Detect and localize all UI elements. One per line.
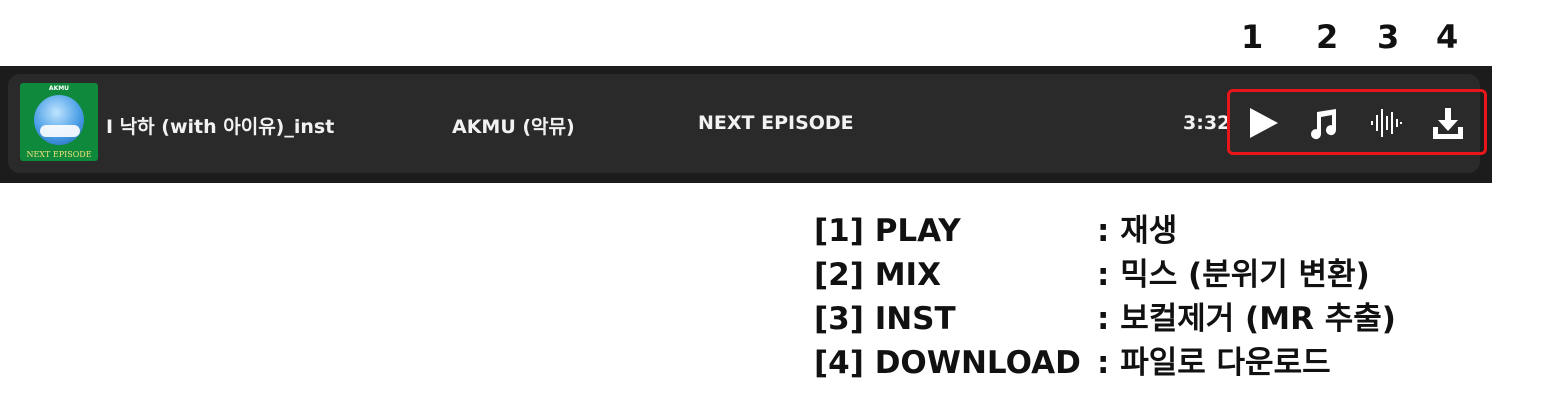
play-button[interactable]	[1243, 103, 1283, 143]
callout-number-1: 1	[1241, 18, 1264, 56]
legend-desc: : 파일로 다운로드	[1097, 345, 1331, 381]
cover-title: NEXT EPISODE	[26, 150, 92, 159]
callout-numbers: 1 2 3 4	[0, 18, 1541, 58]
inst-button[interactable]	[1366, 103, 1406, 143]
music-note-icon	[1311, 109, 1337, 140]
callout-number-2: 2	[1316, 18, 1339, 56]
download-button[interactable]	[1428, 103, 1468, 143]
track-album[interactable]: NEXT EPISODE	[698, 112, 854, 134]
callout-number-4: 4	[1436, 18, 1459, 56]
waveform-icon	[1371, 109, 1402, 137]
legend-key: [3] INST	[814, 301, 956, 337]
legend-desc: : 믹스 (분위기 변환)	[1097, 257, 1370, 293]
download-icon	[1433, 108, 1463, 139]
callout-number-3: 3	[1377, 18, 1400, 56]
cover-planet	[34, 95, 84, 145]
track-artist[interactable]: AKMU (악뮤)	[452, 112, 575, 139]
legend-key: [4] DOWNLOAD	[814, 345, 1081, 381]
legend-key: [2] MIX	[814, 257, 941, 293]
legend-desc: : 보컬제거 (MR 추출)	[1097, 301, 1396, 337]
play-icon	[1250, 108, 1278, 138]
track-duration: 3:32	[1183, 112, 1231, 134]
legend-key: [1] PLAY	[814, 213, 961, 249]
mix-button[interactable]	[1303, 103, 1343, 143]
cover-brand: AKMU	[48, 85, 70, 92]
track-title[interactable]: I 낙하 (with 아이유)_inst	[106, 112, 334, 139]
legend-desc: : 재생	[1097, 213, 1178, 249]
cover-cloud	[40, 125, 80, 137]
album-cover: AKMU NEXT EPISODE	[20, 83, 98, 161]
